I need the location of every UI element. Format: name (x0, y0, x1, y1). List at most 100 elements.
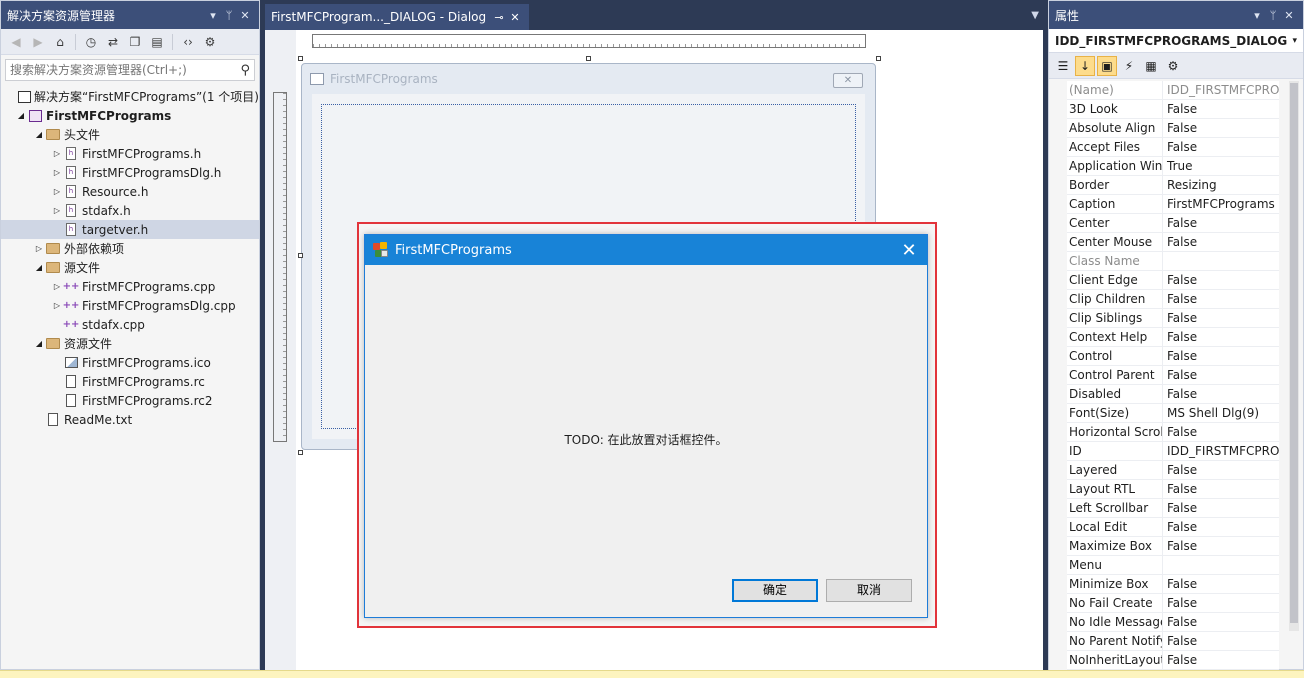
collapsed-arrow-icon[interactable]: ▷ (51, 149, 63, 158)
tree-item[interactable]: FirstMFCPrograms.ico (1, 353, 259, 372)
property-value[interactable]: MS Shell Dlg(9) (1163, 404, 1279, 422)
property-row[interactable]: Horizontal Scroll False (1067, 423, 1279, 442)
tree-item[interactable]: ▷ h FirstMFCPrograms.h (1, 144, 259, 163)
property-value[interactable]: False (1163, 328, 1279, 346)
collapsed-arrow-icon[interactable]: ▷ (51, 187, 63, 196)
tree-item[interactable]: ◢ 头文件 (1, 125, 259, 144)
resize-handle[interactable] (298, 253, 303, 258)
property-value[interactable]: IDD_FIRSTMFCPRO (1163, 81, 1279, 99)
property-value[interactable]: True (1163, 157, 1279, 175)
property-row[interactable]: Menu (1067, 556, 1279, 575)
events-icon[interactable]: ⚡ (1119, 56, 1139, 76)
pending-changes-icon[interactable]: ◷ (82, 33, 100, 51)
property-row[interactable]: (Name) IDD_FIRSTMFCPRO (1067, 81, 1279, 100)
tree-item[interactable]: ▷ h FirstMFCProgramsDlg.h (1, 163, 259, 182)
property-value[interactable]: False (1163, 290, 1279, 308)
resize-handle[interactable] (876, 56, 881, 61)
running-dialog-window[interactable]: FirstMFCPrograms ✕ TODO: 在此放置对话框控件。 确定 取… (364, 234, 928, 618)
solution-search-box[interactable]: ⚲ (5, 59, 255, 81)
properties-view-icon[interactable]: ▣ (1097, 55, 1117, 76)
property-value[interactable]: False (1163, 271, 1279, 289)
property-value[interactable]: IDD_FIRSTMFCPRO (1163, 442, 1279, 460)
tree-item[interactable]: ▷ h stdafx.h (1, 201, 259, 220)
search-icon[interactable]: ⚲ (240, 63, 250, 78)
close-icon[interactable]: ✕ (891, 235, 927, 265)
property-row[interactable]: Layout RTL False (1067, 480, 1279, 499)
running-dialog-titlebar[interactable]: FirstMFCPrograms ✕ (365, 235, 927, 265)
tree-item[interactable]: FirstMFCPrograms.rc2 (1, 391, 259, 410)
property-row[interactable]: Disabled False (1067, 385, 1279, 404)
property-value[interactable]: False (1163, 480, 1279, 498)
property-value[interactable]: False (1163, 119, 1279, 137)
pin-icon[interactable]: ᛘ (1265, 9, 1281, 22)
property-row[interactable]: Minimize Box False (1067, 575, 1279, 594)
vertical-guide-ruler[interactable] (273, 92, 287, 442)
property-value[interactable]: False (1163, 138, 1279, 156)
property-value[interactable] (1163, 556, 1279, 574)
property-row[interactable]: Center Mouse False (1067, 233, 1279, 252)
property-row[interactable]: No Parent Notify False (1067, 632, 1279, 651)
view-code-icon[interactable]: ‹› (179, 33, 197, 51)
panel-options-icon[interactable]: ▾ (1249, 9, 1265, 22)
property-row[interactable]: Clip Children False (1067, 290, 1279, 309)
property-value[interactable]: False (1163, 347, 1279, 365)
resize-handle[interactable] (298, 56, 303, 61)
tree-item[interactable]: ▷ ++ FirstMFCPrograms.cpp (1, 277, 259, 296)
chevron-down-icon[interactable]: ▾ (1292, 36, 1297, 46)
properties-scrollbar[interactable] (1289, 81, 1299, 631)
property-row[interactable]: Center False (1067, 214, 1279, 233)
property-pages-wrench-icon[interactable]: ⚙ (1163, 56, 1183, 76)
tab-overflow-dropdown-icon[interactable]: ▼ (1031, 10, 1039, 21)
ok-button[interactable]: 确定 (732, 579, 818, 602)
object-selector[interactable]: IDD_FIRSTMFCPROGRAMS_DIALOG ( ▾ (1049, 29, 1303, 53)
property-row[interactable]: Border Resizing (1067, 176, 1279, 195)
property-row[interactable]: NoInheritLayout False (1067, 651, 1279, 670)
property-row[interactable]: 3D Look False (1067, 100, 1279, 119)
tree-item[interactable]: ▷ h Resource.h (1, 182, 259, 201)
panel-options-icon[interactable]: ▾ (205, 9, 221, 22)
property-value[interactable]: False (1163, 651, 1279, 669)
property-row[interactable]: Clip Siblings False (1067, 309, 1279, 328)
tab-dialog-resource[interactable]: FirstMFCProgram..._DIALOG - Dialog ⊸ ✕ (265, 4, 529, 30)
property-row[interactable]: Left Scrollbar False (1067, 499, 1279, 518)
property-value[interactable]: False (1163, 385, 1279, 403)
resize-handle[interactable] (586, 56, 591, 61)
property-value[interactable]: False (1163, 366, 1279, 384)
property-value[interactable]: Resizing (1163, 176, 1279, 194)
home-icon[interactable]: ⌂ (51, 33, 69, 51)
property-row[interactable]: Application Wind True (1067, 157, 1279, 176)
pin-icon[interactable]: ᛘ (221, 9, 237, 22)
property-value[interactable]: False (1163, 499, 1279, 517)
property-value[interactable]: False (1163, 518, 1279, 536)
collapsed-arrow-icon[interactable]: ▷ (51, 168, 63, 177)
property-row[interactable]: Caption FirstMFCPrograms (1067, 195, 1279, 214)
tree-item[interactable]: 解决方案“FirstMFCPrograms”(1 个项目) (1, 87, 259, 106)
expanded-arrow-icon[interactable]: ◢ (15, 111, 27, 120)
property-value[interactable]: False (1163, 423, 1279, 441)
property-value[interactable]: False (1163, 594, 1279, 612)
property-value[interactable]: False (1163, 233, 1279, 251)
property-value[interactable]: False (1163, 613, 1279, 631)
property-value[interactable] (1163, 252, 1279, 270)
collapsed-arrow-icon[interactable]: ▷ (33, 244, 45, 253)
collapsed-arrow-icon[interactable]: ▷ (51, 301, 63, 310)
tree-item[interactable]: ◢ 源文件 (1, 258, 259, 277)
property-value[interactable]: False (1163, 100, 1279, 118)
forward-icon[interactable]: ▶ (29, 33, 47, 51)
property-row[interactable]: Font(Size) MS Shell Dlg(9) (1067, 404, 1279, 423)
property-row[interactable]: Absolute Align False (1067, 119, 1279, 138)
property-value[interactable]: FirstMFCPrograms (1163, 195, 1279, 213)
tree-item[interactable]: ▷ ++ FirstMFCProgramsDlg.cpp (1, 296, 259, 315)
messages-icon[interactable]: ▦ (1141, 56, 1161, 76)
property-row[interactable]: ID IDD_FIRSTMFCPRO (1067, 442, 1279, 461)
close-icon[interactable]: ✕ (1281, 9, 1297, 22)
sync-icon[interactable]: ⇄ (104, 33, 122, 51)
property-row[interactable]: No Fail Create False (1067, 594, 1279, 613)
expanded-arrow-icon[interactable]: ◢ (33, 339, 45, 348)
property-row[interactable]: Local Edit False (1067, 518, 1279, 537)
property-row[interactable]: Context Help False (1067, 328, 1279, 347)
tree-item[interactable]: ▷ 外部依赖项 (1, 239, 259, 258)
property-value[interactable]: False (1163, 632, 1279, 650)
expanded-arrow-icon[interactable]: ◢ (33, 263, 45, 272)
property-value[interactable]: False (1163, 537, 1279, 555)
